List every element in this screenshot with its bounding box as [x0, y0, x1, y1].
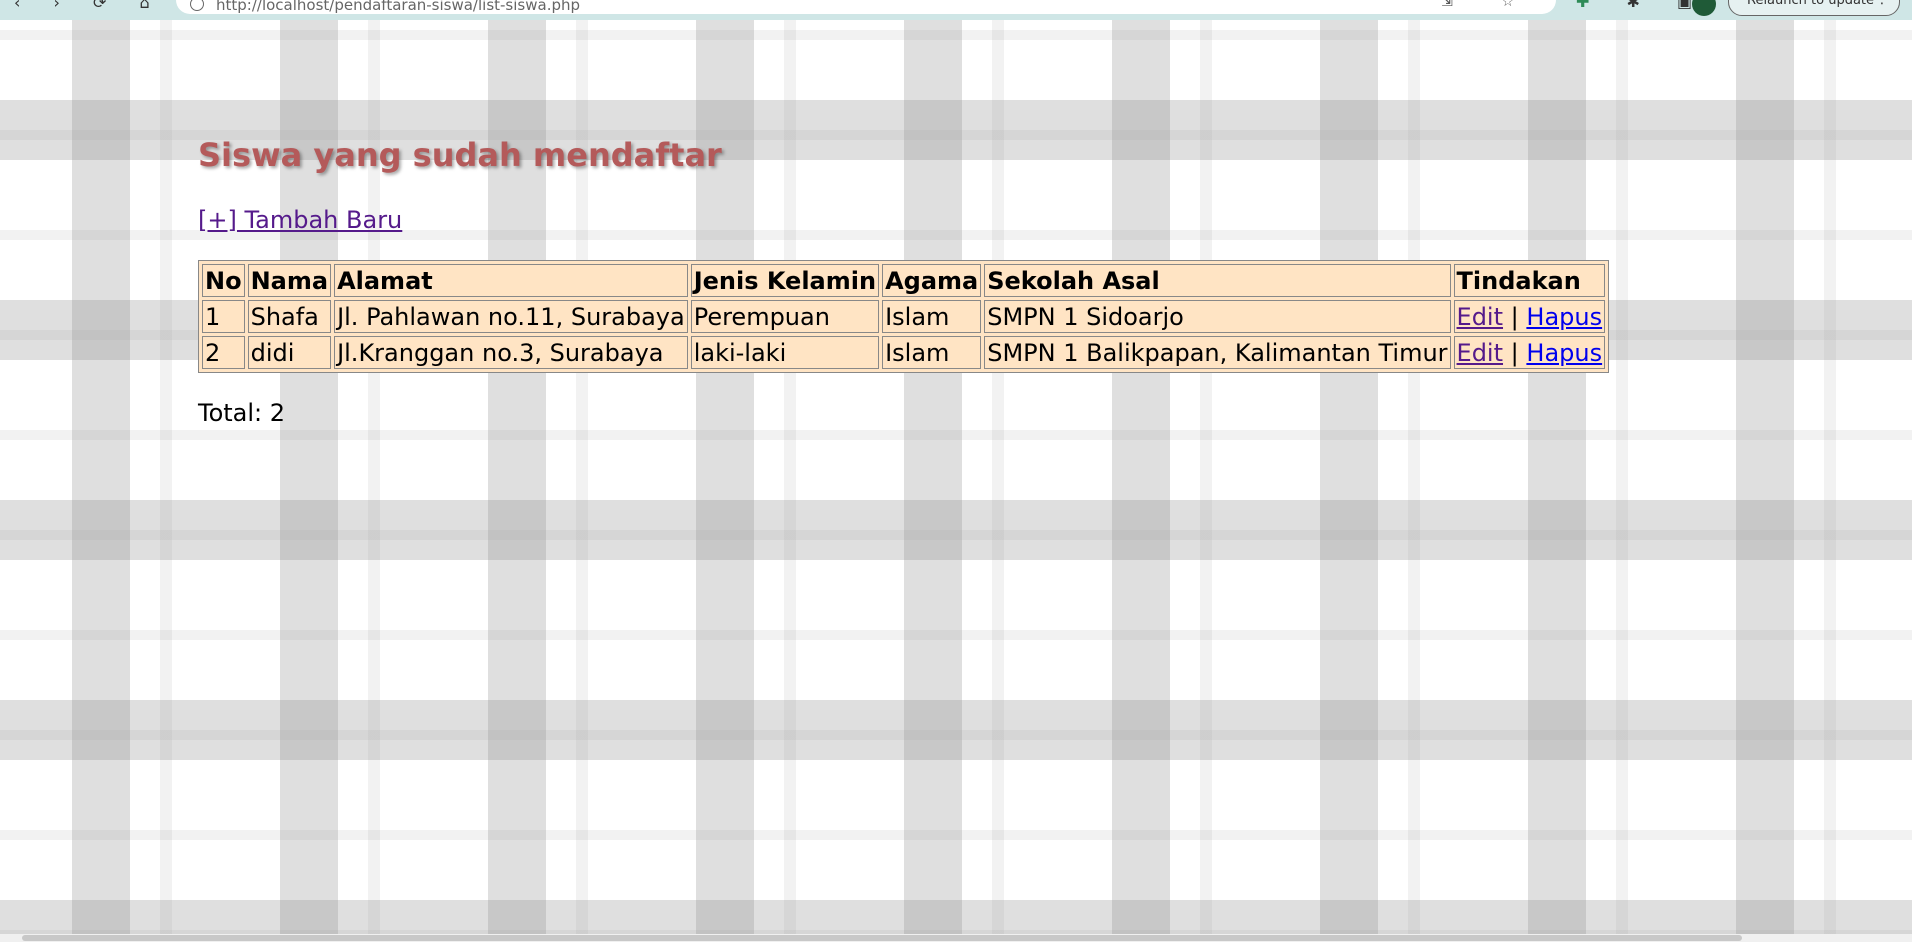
- profile-avatar[interactable]: [1692, 0, 1716, 16]
- relaunch-button[interactable]: Relaunch to update ⋮: [1728, 0, 1900, 16]
- table-header-row: No Nama Alamat Jenis Kelamin Agama Sekol…: [202, 264, 1606, 297]
- browser-toolbar: ‹ › ⟳ ⌂ http://localhost/pendaftaran-sis…: [0, 0, 1912, 20]
- student-table: No Nama Alamat Jenis Kelamin Agama Sekol…: [198, 260, 1610, 373]
- page-title: Siswa yang sudah mendaftar: [198, 136, 722, 174]
- table-row: 2 didi Jl.Kranggan no.3, Surabaya laki-l…: [202, 336, 1606, 369]
- cell-alamat: Jl.Kranggan no.3, Surabaya: [334, 336, 688, 369]
- main-content: Siswa yang sudah mendaftar [+] Tambah Ba…: [198, 130, 1610, 427]
- edit-link[interactable]: Edit: [1457, 339, 1503, 367]
- cell-nama: didi: [247, 336, 332, 369]
- cell-sekolah-asal: SMPN 1 Sidoarjo: [984, 300, 1451, 333]
- edit-link[interactable]: Edit: [1457, 303, 1503, 331]
- cell-sekolah-asal: SMPN 1 Balikpapan, Kalimantan Timur: [984, 336, 1451, 369]
- cell-alamat: Jl. Pahlawan no.11, Surabaya: [334, 300, 688, 333]
- cell-no: 1: [202, 300, 245, 333]
- col-header-sekolah-asal: Sekolah Asal: [984, 264, 1451, 297]
- delete-link[interactable]: Hapus: [1526, 339, 1602, 367]
- add-new-link[interactable]: [+] Tambah Baru: [198, 206, 402, 234]
- site-info-icon[interactable]: [190, 0, 204, 11]
- action-separator: |: [1510, 338, 1519, 367]
- extension-icon[interactable]: ✚: [1576, 0, 1605, 11]
- cell-jenis-kelamin: laki-laki: [690, 336, 880, 369]
- puzzle-icon[interactable]: ✱: [1627, 0, 1656, 11]
- cell-tindakan: Edit | Hapus: [1453, 300, 1606, 333]
- col-header-jenis-kelamin: Jenis Kelamin: [690, 264, 880, 297]
- bookmark-star-icon[interactable]: ⇲ ☆: [1441, 0, 1536, 10]
- cell-jenis-kelamin: Perempuan: [690, 300, 880, 333]
- cell-no: 2: [202, 336, 245, 369]
- col-header-alamat: Alamat: [334, 264, 688, 297]
- browser-nav-icons[interactable]: ‹ › ⟳ ⌂: [14, 0, 164, 12]
- col-header-no: No: [202, 264, 245, 297]
- table-row: 1 Shafa Jl. Pahlawan no.11, Surabaya Per…: [202, 300, 1606, 333]
- address-bar[interactable]: http://localhost/pendaftaran-siswa/list-…: [176, 0, 1556, 14]
- col-header-agama: Agama: [882, 264, 982, 297]
- col-header-tindakan: Tindakan: [1453, 264, 1606, 297]
- scrollbar-thumb[interactable]: [22, 935, 1742, 941]
- horizontal-scrollbar[interactable]: [0, 934, 1912, 942]
- total-count: Total: 2: [198, 399, 286, 427]
- action-separator: |: [1510, 302, 1519, 331]
- address-url[interactable]: http://localhost/pendaftaran-siswa/list-…: [216, 0, 580, 14]
- delete-link[interactable]: Hapus: [1526, 303, 1602, 331]
- cell-tindakan: Edit | Hapus: [1453, 336, 1606, 369]
- relaunch-label: Relaunch to update: [1747, 0, 1875, 8]
- cell-agama: Islam: [882, 336, 982, 369]
- cell-agama: Islam: [882, 300, 982, 333]
- extension-icons[interactable]: ✚ ✱ ▣: [1576, 0, 1708, 11]
- cell-nama: Shafa: [247, 300, 332, 333]
- menu-kebab-icon[interactable]: ⋮: [1875, 0, 1889, 7]
- col-header-nama: Nama: [247, 264, 332, 297]
